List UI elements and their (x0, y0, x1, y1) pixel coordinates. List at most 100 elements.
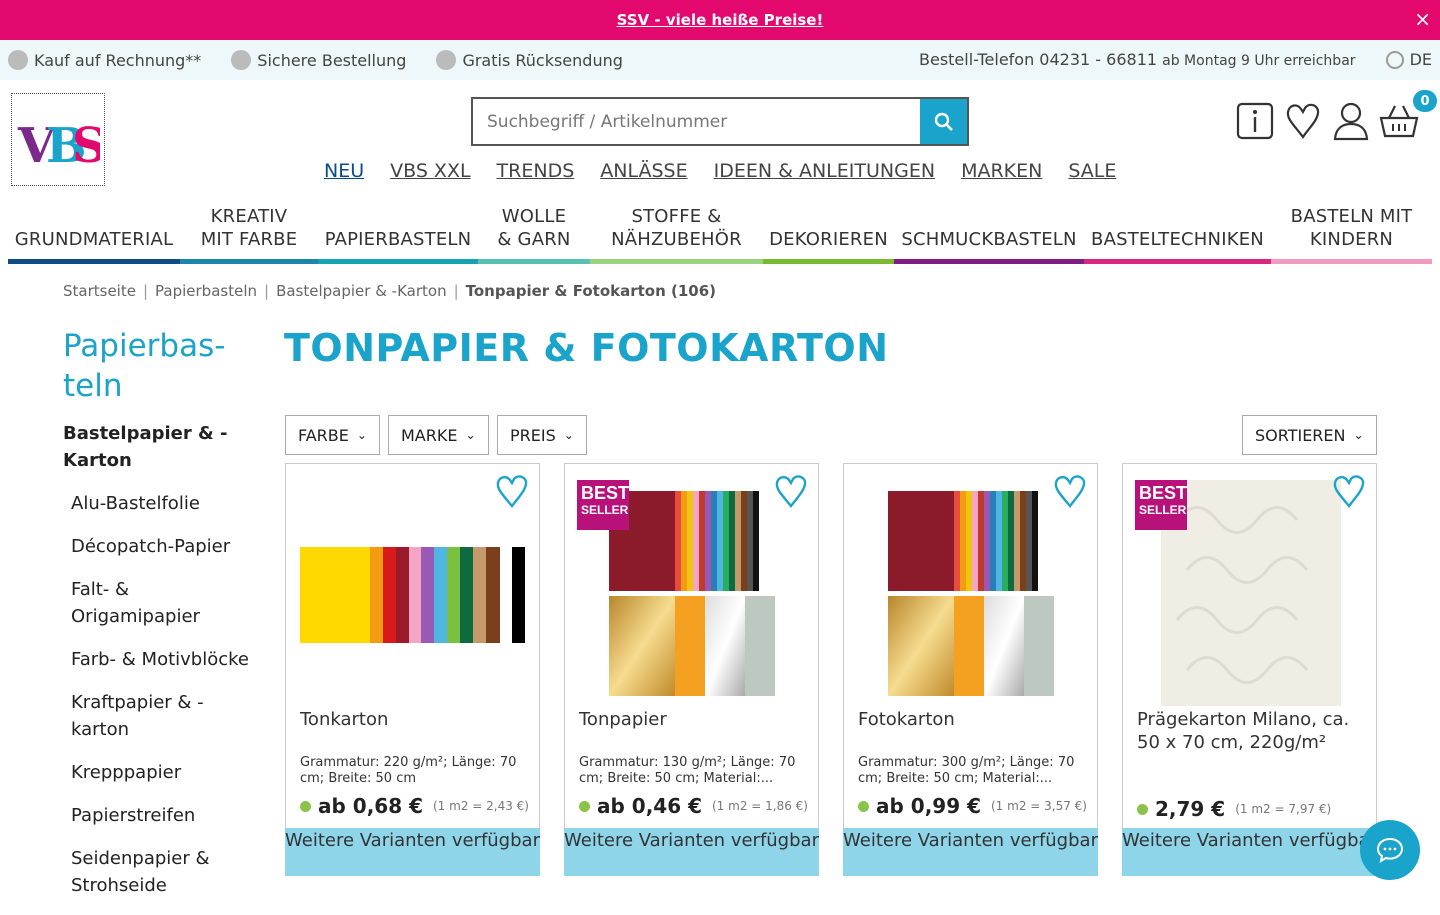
wishlist-heart-icon[interactable] (495, 474, 529, 508)
product-image[interactable] (858, 484, 1084, 706)
topnav-trends[interactable]: TRENDS (497, 160, 575, 182)
category-basteln-mit-kindern[interactable]: BASTELN MIT KINDERN (1271, 206, 1432, 264)
product-image[interactable] (300, 484, 526, 706)
product-description: Grammatur: 130 g/m²; Länge: 70 cm; Breit… (579, 755, 796, 786)
variants-button[interactable]: Weitere Varianten verfügbar (1122, 828, 1377, 876)
category-nav: GRUNDMATERIAL KREATIV MIT FARBE PAPIERBA… (8, 206, 1432, 264)
wishlist-heart-icon[interactable] (1053, 474, 1087, 508)
availability-dot (1137, 803, 1148, 815)
sidebar-list: Alu-Bastelfolie Décopatch-Papier Falt- &… (71, 490, 261, 915)
category-dekorieren[interactable]: DEKORIEREN (763, 210, 894, 264)
topnav-marken[interactable]: MARKEN (961, 160, 1042, 182)
product-name[interactable]: Tonpapier (579, 708, 807, 731)
category-basteltechniken[interactable]: BASTELTECHNIKEN (1084, 210, 1271, 264)
header-icons: 0 (1235, 90, 1437, 142)
chevron-down-icon: ⌄ (356, 428, 367, 442)
sidebar-item-motivbloecke[interactable]: Farb- & Motivblöcke (71, 646, 261, 673)
product-card[interactable]: BEST SELLER Prägekarton Milano, ca. 50 x … (1122, 463, 1377, 876)
chat-icon (1376, 837, 1404, 864)
product-card[interactable]: BEST SELLER Tonpapier Grammatur: 130 g/m²… (564, 463, 819, 876)
promo-bar: SSV - viele heiße Preise! × (0, 0, 1440, 40)
breadcrumb: Startseite | Papierbasteln | Bastelpapier … (63, 282, 716, 300)
product-price: 2,79 € (1 m2 = 7,97 €) (1137, 797, 1331, 821)
search-input[interactable] (473, 99, 920, 144)
availability-dot (858, 800, 869, 812)
category-grundmaterial[interactable]: GRUNDMATERIAL (8, 210, 180, 264)
account-button[interactable] (1331, 100, 1371, 142)
variants-button[interactable]: Weitere Varianten verfügbar (843, 828, 1098, 876)
product-description: Grammatur: 300 g/m²; Länge: 70 cm; Breit… (858, 755, 1075, 786)
topnav-vbs-xxl[interactable]: VBS XXL (390, 160, 470, 182)
breadcrumb-bastelpapier[interactable]: Bastelpapier & -Karton (276, 282, 447, 300)
sidebar-item-seidenpapier[interactable]: Seidenpapier & Strohseide (71, 845, 261, 899)
chevron-down-icon: ⌄ (1353, 428, 1364, 442)
variants-button[interactable]: Weitere Varianten verfügbar (285, 828, 540, 876)
breadcrumb-separator: | (453, 282, 459, 300)
topnav-anlaesse[interactable]: ANLÄSSE (600, 160, 687, 182)
return-icon (436, 50, 457, 70)
logo-mark: V B S (17, 118, 100, 170)
cart-button[interactable]: 0 (1379, 90, 1437, 142)
phone-info: Bestell-Telefon 04231 - 66811 ab Montag … (919, 50, 1356, 69)
close-icon[interactable]: × (1414, 8, 1431, 30)
product-card[interactable]: Fotokarton Grammatur: 300 g/m²; Länge: 7… (843, 463, 1098, 876)
category-stoffe[interactable]: STOFFE & NÄHZUBEHÖR (590, 206, 763, 264)
topnav-sale[interactable]: SALE (1068, 160, 1116, 182)
usp-return: Gratis Rücksendung (436, 50, 623, 70)
info-button[interactable] (1235, 100, 1275, 142)
sidebar-title[interactable]: Papierbas-teln (63, 326, 263, 406)
category-kreativ-mit-farbe[interactable]: KREATIV MIT FARBE (180, 206, 318, 264)
search-icon (934, 112, 953, 131)
product-card[interactable]: Tonkarton Grammatur: 220 g/m²; Länge: 70… (285, 463, 540, 876)
breadcrumb-separator: | (142, 282, 149, 300)
product-name[interactable]: Fotokarton (858, 708, 1086, 731)
bestseller-badge: BEST SELLER (1135, 480, 1187, 530)
category-schmuckbasteln[interactable]: SCHMUCKBASTELN (894, 210, 1084, 264)
availability-dot (300, 800, 311, 812)
sidebar-item-origamipapier[interactable]: Falt- & Origamipapier (71, 576, 261, 630)
wishlist-heart-icon[interactable] (1332, 474, 1366, 508)
chat-button[interactable] (1360, 820, 1420, 880)
topnav-neu[interactable]: NEU (324, 160, 364, 182)
promo-link[interactable]: SSV - viele heiße Preise! (617, 11, 824, 29)
breadcrumb-papierbasteln[interactable]: Papierbasteln (155, 282, 257, 300)
sidebar-item-papierstreifen[interactable]: Papierstreifen (71, 802, 261, 829)
search-button[interactable] (920, 99, 967, 144)
product-name[interactable]: Prägekarton Milano, ca. 50 x 70 cm, 220g… (1137, 708, 1365, 754)
chevron-down-icon: ⌄ (465, 428, 476, 442)
filter-farbe[interactable]: FARBE ⌄ (285, 415, 380, 455)
sidebar-item-alu-bastelfolie[interactable]: Alu-Bastelfolie (71, 490, 261, 517)
sort-dropdown[interactable]: SORTIEREN ⌄ (1242, 415, 1377, 455)
product-price: ab 0,99 € (1 m2 = 3,57 €) (858, 794, 1087, 818)
breadcrumb-current: Tonpapier & Fotokarton (106) (465, 282, 717, 300)
lock-icon (231, 50, 252, 70)
wishlist-heart-icon[interactable] (774, 474, 808, 508)
category-papierbasteln[interactable]: PAPIERBASTELN (318, 210, 478, 264)
fotokarton-swatches (888, 491, 1054, 696)
variants-button[interactable]: Weitere Varianten verfügbar (564, 828, 819, 876)
category-wolle-garn[interactable]: WOLLE & GARN (478, 206, 590, 264)
basket-icon (1379, 105, 1419, 138)
cart-count-badge: 0 (1413, 90, 1437, 112)
sidebar-item-kraftpapier[interactable]: Kraftpapier & -karton (71, 689, 261, 743)
sidebar-item-decopatch[interactable]: Décopatch-Papier (71, 533, 261, 560)
search-bar (471, 97, 969, 146)
usp-secure: Sichere Bestellung (231, 50, 406, 70)
sidebar-subtitle[interactable]: Bastelpapier & -Karton (63, 420, 263, 474)
vbs-logo[interactable]: V B S (11, 93, 105, 186)
product-name[interactable]: Tonkarton (300, 708, 528, 731)
sidebar-item-krepppapier[interactable]: Krepppapier (71, 759, 261, 786)
bestseller-badge: BEST SELLER (577, 480, 629, 530)
topnav-ideen[interactable]: IDEEN & ANLEITUNGEN (714, 160, 935, 182)
svg-text:S: S (72, 118, 100, 170)
filter-preis[interactable]: PREIS ⌄ (497, 415, 587, 455)
wishlist-button[interactable] (1283, 100, 1323, 142)
filter-marke[interactable]: MARKE ⌄ (388, 415, 489, 455)
invoice-icon (8, 50, 28, 70)
breadcrumb-home[interactable]: Startseite (63, 282, 136, 300)
breadcrumb-separator: | (264, 282, 270, 300)
language-switcher[interactable]: DE (1385, 50, 1432, 69)
top-nav: NEU VBS XXL TRENDS ANLÄSSE IDEEN & ANLEI… (324, 160, 1142, 182)
globe-icon (1385, 50, 1404, 69)
info-icon (1236, 102, 1274, 140)
